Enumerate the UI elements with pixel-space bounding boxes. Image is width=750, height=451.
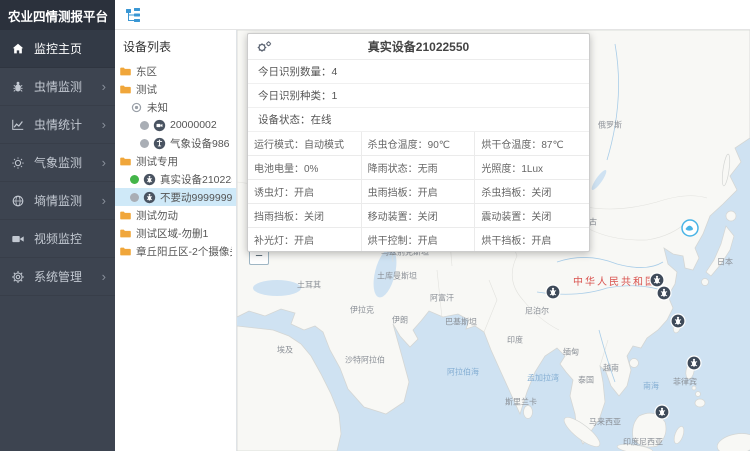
status-cell: 震动装置：关闭	[475, 204, 589, 228]
tree-folder-test-region[interactable]: 测试区域-勿删1	[115, 224, 236, 242]
insect-lamp-icon	[143, 191, 156, 204]
folder-icon	[119, 65, 132, 78]
sidebar-item-soil-monitor[interactable]: 墒情监测 ›	[0, 182, 115, 220]
popup-title: 真实设备21022550	[368, 38, 469, 55]
chevron-right-icon: ›	[102, 194, 106, 207]
cluster-marker[interactable]	[681, 219, 697, 235]
status-cell: 光照度：1Lux	[475, 156, 589, 180]
tree-folder-test-special[interactable]: 测试专用	[115, 152, 236, 170]
gear-icon	[11, 270, 25, 284]
content: 设备列表 东区 测试 未知 20000002	[115, 30, 750, 451]
tree-device-donottouch[interactable]: 不要动99999999	[115, 188, 236, 206]
today-count-line: 今日识别数量：4	[248, 60, 589, 84]
device-marker[interactable]	[545, 284, 561, 300]
status-online-dot	[130, 175, 139, 184]
device-list-panel: 设备列表 东区 测试 未知 20000002	[115, 30, 237, 451]
sidebar-item-weather-monitor[interactable]: 气象监测 ›	[0, 144, 115, 182]
status-cell: 烘干挡板：开启	[475, 228, 589, 251]
sidebar-item-insect-monitor[interactable]: 虫情监测 ›	[0, 68, 115, 106]
insect-lamp-icon	[143, 173, 156, 186]
chevron-right-icon: ›	[102, 118, 106, 131]
app-title: 农业四情测报平台	[0, 0, 115, 30]
sidebar-item-monitor-home[interactable]: 监控主页	[0, 30, 115, 68]
sidebar-item-label: 监控主页	[34, 40, 82, 57]
chevron-right-icon: ›	[102, 270, 106, 283]
status-offline-dot	[140, 139, 149, 148]
folder-icon	[119, 209, 132, 222]
globe-icon	[11, 194, 25, 208]
tree-device-camera[interactable]: 20000002	[115, 116, 236, 134]
map-canvas[interactable]: 中华人民共和国 + − 真实设备21022550 今日识别数量：4 今日识别	[237, 30, 750, 451]
sidebar-item-system-mgmt[interactable]: 系统管理 ›	[0, 258, 115, 296]
app-root: 农业四情测报平台 监控主页 虫情监测 › 虫情统计 › 气象监测	[0, 0, 750, 451]
topbar	[115, 0, 750, 30]
group-icon	[130, 101, 143, 114]
weather-station-icon	[153, 137, 166, 150]
tree-folder-zhangqiu[interactable]: 章丘阳丘区-2个摄像头	[115, 242, 236, 260]
weather-icon	[11, 156, 25, 170]
folder-icon	[119, 227, 132, 240]
sidebar-item-label: 气象监测	[34, 154, 82, 171]
chevron-right-icon: ›	[102, 156, 106, 169]
sidebar-item-label: 虫情统计	[34, 116, 82, 133]
sidebar: 农业四情测报平台 监控主页 虫情监测 › 虫情统计 › 气象监测	[0, 0, 115, 451]
device-status-line: 设备状态：在线	[248, 108, 589, 132]
status-cell: 运行模式：自动模式	[248, 132, 362, 156]
status-offline-dot	[130, 193, 139, 202]
china-label: 中华人民共和国	[573, 273, 657, 288]
device-list-title: 设备列表	[115, 35, 236, 62]
status-cell: 降雨状态：无雨	[362, 156, 476, 180]
sidebar-item-label: 系统管理	[34, 268, 82, 285]
device-marker[interactable]	[654, 404, 670, 420]
tree-device-real-21022550[interactable]: 真实设备21022550	[115, 170, 236, 188]
tree-folder-east[interactable]: 东区	[115, 62, 236, 80]
device-info-popup: 真实设备21022550 今日识别数量：4 今日识别种类：1 设备状态：在线 运…	[247, 33, 590, 252]
chart-icon	[11, 118, 25, 132]
tree-toggle-icon[interactable]	[125, 7, 141, 23]
device-marker[interactable]	[670, 313, 686, 329]
main-area: 设备列表 东区 测试 未知 20000002	[115, 0, 750, 451]
status-cell: 烘干控制：开启	[362, 228, 476, 251]
device-status-table: 运行模式：自动模式 杀虫仓温度：90℃ 烘干仓温度：87℃ 电池电量：0% 降雨…	[248, 132, 589, 251]
device-marker[interactable]	[686, 355, 702, 371]
status-cell: 杀虫仓温度：90℃	[362, 132, 476, 156]
tree-device-weather-station[interactable]: 气象设备986	[115, 134, 236, 152]
status-cell: 电池电量：0%	[248, 156, 362, 180]
sidebar-item-label: 虫情监测	[34, 78, 82, 95]
settings-gears-icon[interactable]	[256, 40, 272, 57]
folder-icon	[119, 83, 132, 96]
home-icon	[11, 42, 25, 56]
tree-folder-test[interactable]: 测试	[115, 80, 236, 98]
status-cell: 补光灯：开启	[248, 228, 362, 251]
sidebar-item-label: 墒情监测	[34, 192, 82, 209]
status-cell: 杀虫挡板：关闭	[475, 180, 589, 204]
status-offline-dot	[140, 121, 149, 130]
device-marker[interactable]	[656, 285, 672, 301]
popup-header: 真实设备21022550	[248, 34, 589, 60]
tree-folder-test-nomove[interactable]: 测试勿动	[115, 206, 236, 224]
today-species-line: 今日识别种类：1	[248, 84, 589, 108]
tree-group-unknown[interactable]: 未知	[115, 98, 236, 116]
folder-icon	[119, 245, 132, 258]
status-cell: 虫雨挡板：开启	[362, 180, 476, 204]
status-cell: 挡雨挡板：关闭	[248, 204, 362, 228]
bug-icon	[11, 80, 25, 94]
sidebar-item-label: 视频监控	[34, 230, 82, 247]
sidebar-item-video-monitor[interactable]: 视频监控	[0, 220, 115, 258]
sidebar-item-insect-stats[interactable]: 虫情统计 ›	[0, 106, 115, 144]
status-cell: 诱虫灯：开启	[248, 180, 362, 204]
video-camera-icon	[11, 232, 25, 246]
status-cell: 移动装置：关闭	[362, 204, 476, 228]
chevron-right-icon: ›	[102, 80, 106, 93]
status-cell: 烘干仓温度：87℃	[475, 132, 589, 156]
folder-open-icon	[119, 155, 132, 168]
camera-device-icon	[153, 119, 166, 132]
